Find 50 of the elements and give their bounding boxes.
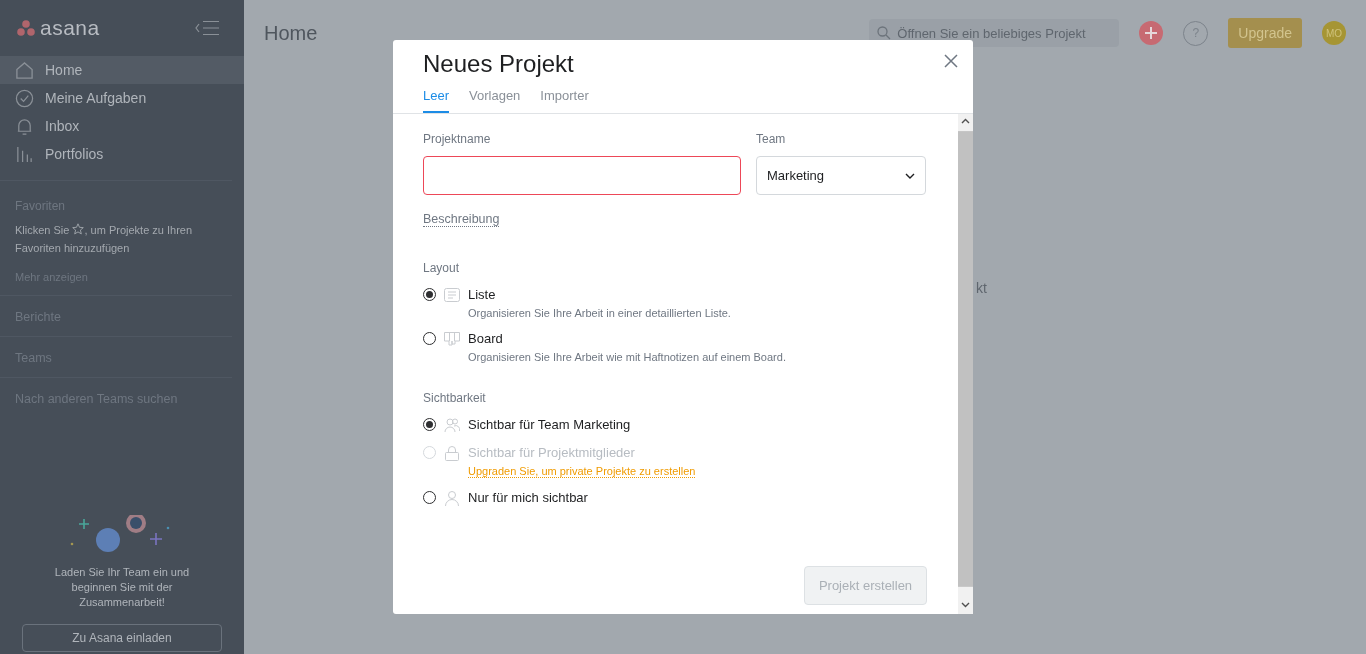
tab[interactable]: Vorlagen [469, 88, 521, 113]
team-dropdown[interactable]: Marketing [756, 156, 926, 195]
close-icon[interactable] [943, 53, 959, 69]
field-label: Team [756, 132, 787, 146]
nav-item[interactable]: Inbox [0, 112, 244, 140]
description-link[interactable]: Beschreibung [423, 212, 500, 227]
search-field[interactable]: Öffnen Sie ein beliebiges Projekt [869, 19, 1120, 47]
nav-item[interactable]: Meine Aufgaben [0, 84, 244, 112]
radio-button[interactable] [423, 288, 436, 301]
invite-message: Laden Sie Ihr Team ein und beginnen Sie mit der Zusammenarbeit! [53, 565, 191, 610]
option-label[interactable]: Liste [468, 287, 731, 302]
people-icon [444, 417, 460, 433]
user-avatar[interactable]: MO [1322, 21, 1346, 45]
page-title: Home [264, 21, 318, 45]
add-icon[interactable] [1139, 21, 1164, 45]
home-icon [15, 60, 34, 80]
favorites-hint: Klicken Sie , um Projekte zu Ihren Favoriten hinzuzufügen [14, 222, 194, 256]
logo-text: asana [40, 16, 100, 40]
nav-item[interactable]: Portfolios [0, 140, 244, 168]
dialog-title: Neues Projekt [423, 50, 575, 78]
list-icon [444, 287, 460, 303]
board-icon [444, 331, 460, 347]
option-label[interactable]: Sichtbar für Team Marketing [468, 417, 631, 432]
person-icon [444, 490, 460, 506]
background-text: kt [976, 280, 988, 296]
section-heading: Sichtbarkeit [423, 391, 487, 405]
upgrade-button[interactable]: Upgrade [1228, 18, 1302, 48]
option-description: Organisieren Sie Ihre Arbeit in einer detaillierten Liste. [468, 307, 731, 319]
bar-chart-icon [15, 144, 34, 164]
project-name-field[interactable] [423, 156, 741, 195]
tab[interactable]: Importer [540, 88, 589, 113]
logo-dots-icon [17, 20, 35, 36]
section-heading: Layout [423, 261, 461, 275]
field-label: Projektname [423, 132, 492, 146]
search-icon [877, 26, 892, 40]
option-label[interactable]: Board [468, 331, 786, 346]
check-circle-icon [15, 88, 34, 108]
chevron-down-icon [905, 172, 915, 179]
option-description: Organisieren Sie Ihre Arbeit wie mit Haftnotizen auf einem Board. [468, 351, 786, 363]
bell-icon [15, 116, 34, 136]
invite-button[interactable]: Zu Asana einladen [22, 624, 222, 652]
star-icon [72, 223, 85, 235]
lock-icon [444, 445, 460, 461]
radio-button[interactable] [423, 332, 436, 345]
radio-button[interactable] [423, 418, 436, 431]
tab[interactable]: Leer [423, 88, 450, 113]
radio-button[interactable] [423, 491, 436, 504]
nav-item[interactable]: Home [0, 56, 244, 84]
collapse-menu-icon[interactable] [194, 20, 220, 36]
option-label[interactable]: Nur für mich sichtbar [468, 490, 588, 505]
